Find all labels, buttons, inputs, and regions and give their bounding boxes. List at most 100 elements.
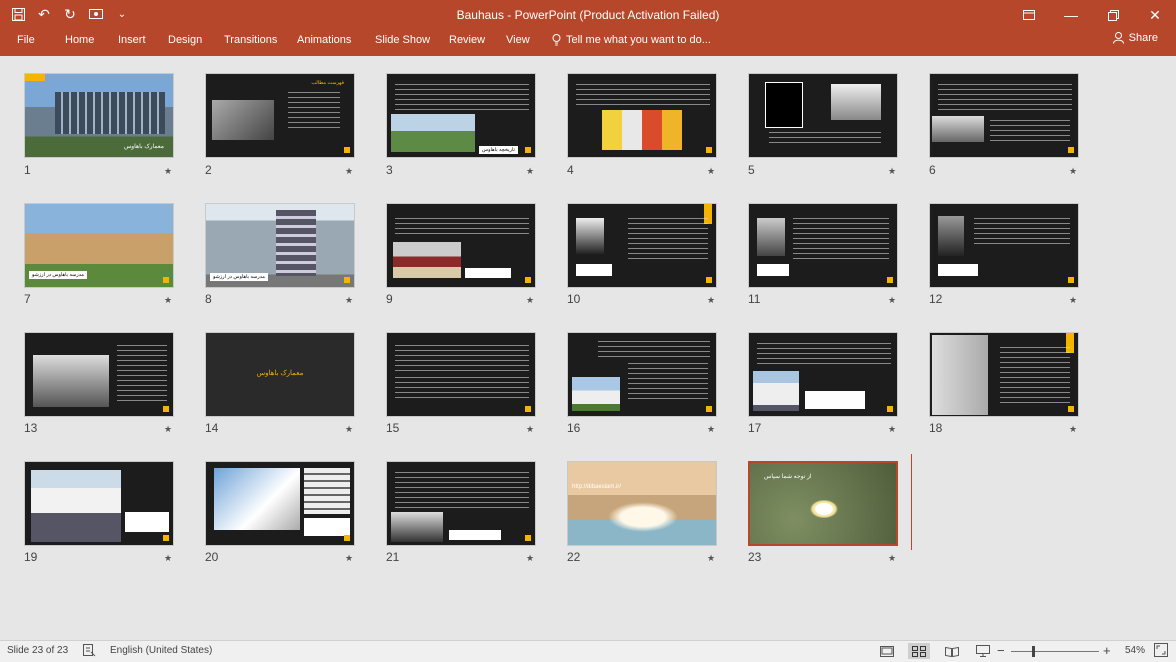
- accent-square: [1068, 406, 1074, 412]
- slide-thumbnail[interactable]: [386, 203, 536, 288]
- slide-thumbnail[interactable]: مدرسه باهاوس در ارزشو: [24, 203, 174, 288]
- tab-review[interactable]: Review: [449, 34, 485, 46]
- lily-image: [806, 497, 842, 521]
- tab-file[interactable]: File: [17, 34, 35, 46]
- section-title: معمارک باهاوس: [256, 370, 304, 377]
- tab-transitions[interactable]: Transitions: [224, 34, 277, 46]
- slide-caption: مدرسه باهاوس در ارزشو: [210, 273, 268, 281]
- slideshow-view-icon[interactable]: [972, 643, 994, 659]
- star-icon: ★: [526, 424, 535, 434]
- slide-number: 10: [567, 292, 581, 306]
- text-lines: [1000, 347, 1070, 405]
- zoom-out-button[interactable]: −: [997, 643, 1005, 658]
- star-icon: ★: [707, 424, 716, 434]
- caption-box: [757, 264, 789, 276]
- star-icon: ★: [707, 295, 716, 305]
- star-icon: ★: [1069, 295, 1078, 305]
- star-icon: ★: [345, 553, 354, 563]
- slide-thumbnail[interactable]: [386, 332, 536, 417]
- slide-thumbnail[interactable]: [24, 332, 174, 417]
- accent-square: [163, 277, 169, 283]
- slide-thumbnail[interactable]: معمارک باهاوس: [205, 332, 355, 417]
- slide-number: 2: [205, 163, 212, 177]
- slide-thumbnail[interactable]: [205, 461, 355, 546]
- reading-view-icon[interactable]: [941, 643, 963, 659]
- slide-number: 20: [205, 550, 219, 564]
- slide-thumbnail[interactable]: تاریخچه باهاوس: [386, 73, 536, 158]
- slide-number: 18: [929, 421, 943, 435]
- restore-icon[interactable]: [1092, 0, 1134, 30]
- tab-design[interactable]: Design: [168, 34, 202, 46]
- star-icon: ★: [526, 295, 535, 305]
- star-icon: ★: [888, 553, 897, 563]
- slide-thumbnail[interactable]: [929, 73, 1079, 158]
- slide-thumbnail[interactable]: [748, 332, 898, 417]
- zoom-slider-thumb[interactable]: [1032, 646, 1035, 657]
- caption-box: [125, 512, 169, 532]
- star-icon: ★: [164, 553, 173, 563]
- slide-thumbnail[interactable]: [748, 203, 898, 288]
- tell-me-box[interactable]: Tell me what you want to do...: [552, 34, 711, 46]
- accent-square: [525, 147, 531, 153]
- accent-square: [887, 406, 893, 412]
- slide-number: 1: [24, 163, 31, 177]
- text-lines: [117, 345, 167, 403]
- fit-to-window-icon[interactable]: [1154, 643, 1168, 660]
- tab-view[interactable]: View: [506, 34, 530, 46]
- slide-sorter: معمارک باهاوس 1 ★ فهرست مطالب 2 ★ تاریخچ…: [0, 56, 1176, 640]
- portrait-image: [938, 216, 964, 256]
- spellcheck-icon[interactable]: [82, 643, 96, 660]
- classroom-image: [393, 242, 461, 278]
- slide-thumbnail[interactable]: [748, 73, 898, 158]
- slide-thumbnail[interactable]: معمارک باهاوس: [24, 73, 174, 158]
- slide-thumbnail[interactable]: [567, 203, 717, 288]
- star-icon: ★: [707, 553, 716, 563]
- slide-sorter-icon[interactable]: [908, 643, 930, 659]
- text-lines: [598, 341, 710, 357]
- caption-box: [304, 518, 350, 536]
- typewriter-image: [831, 84, 881, 120]
- slide-thumbnail[interactable]: http://dibaeslam.ir/: [567, 461, 717, 546]
- slide-thumbnail[interactable]: [567, 332, 717, 417]
- star-icon: ★: [888, 166, 897, 176]
- slide-caption: معمارک باهاوس: [123, 144, 164, 150]
- normal-view-icon[interactable]: [876, 643, 898, 659]
- caption-box: [805, 391, 865, 409]
- tab-insert[interactable]: Insert: [118, 34, 146, 46]
- slide-thumbnail[interactable]: [929, 332, 1079, 417]
- star-icon: ★: [526, 553, 535, 563]
- close-icon[interactable]: ✕: [1134, 0, 1176, 30]
- building-image: [391, 114, 475, 152]
- balcony-image: [932, 335, 988, 415]
- slide-thumbnail[interactable]: [567, 73, 717, 158]
- text-lines: [938, 84, 1072, 112]
- group-photo: [33, 355, 109, 407]
- star-icon: ★: [888, 424, 897, 434]
- caption-box: [449, 530, 501, 540]
- zoom-level[interactable]: 54%: [1125, 645, 1145, 656]
- tab-animations[interactable]: Animations: [297, 34, 351, 46]
- language-indicator[interactable]: English (United States): [110, 645, 212, 656]
- text-lines: [576, 84, 710, 106]
- star-icon: ★: [345, 166, 354, 176]
- tab-home[interactable]: Home: [65, 34, 94, 46]
- slide-thumbnail-selected[interactable]: از توجه شما سپاس: [748, 461, 898, 546]
- zoom-in-button[interactable]: +: [1103, 643, 1111, 658]
- ribbon-display-icon[interactable]: [1008, 0, 1050, 30]
- slide-thumbnail[interactable]: فهرست مطالب: [205, 73, 355, 158]
- minimize-icon[interactable]: —: [1050, 0, 1092, 30]
- text-lines: [793, 218, 889, 262]
- zoom-slider-track[interactable]: [1011, 651, 1099, 652]
- tell-me-text: Tell me what you want to do...: [566, 34, 711, 46]
- slide-thumbnail[interactable]: مدرسه باهاوس در ارزشو: [205, 203, 355, 288]
- text-lines: [395, 218, 529, 236]
- slide-number: 15: [386, 421, 400, 435]
- accent-square: [163, 535, 169, 541]
- slide-thumbnail[interactable]: [386, 461, 536, 546]
- slide-thumbnail[interactable]: [929, 203, 1079, 288]
- slide-thumbnail[interactable]: [24, 461, 174, 546]
- share-button[interactable]: Share: [1112, 32, 1158, 44]
- tab-slide-show[interactable]: Slide Show: [375, 34, 430, 46]
- star-icon: ★: [707, 166, 716, 176]
- accent-square: [163, 406, 169, 412]
